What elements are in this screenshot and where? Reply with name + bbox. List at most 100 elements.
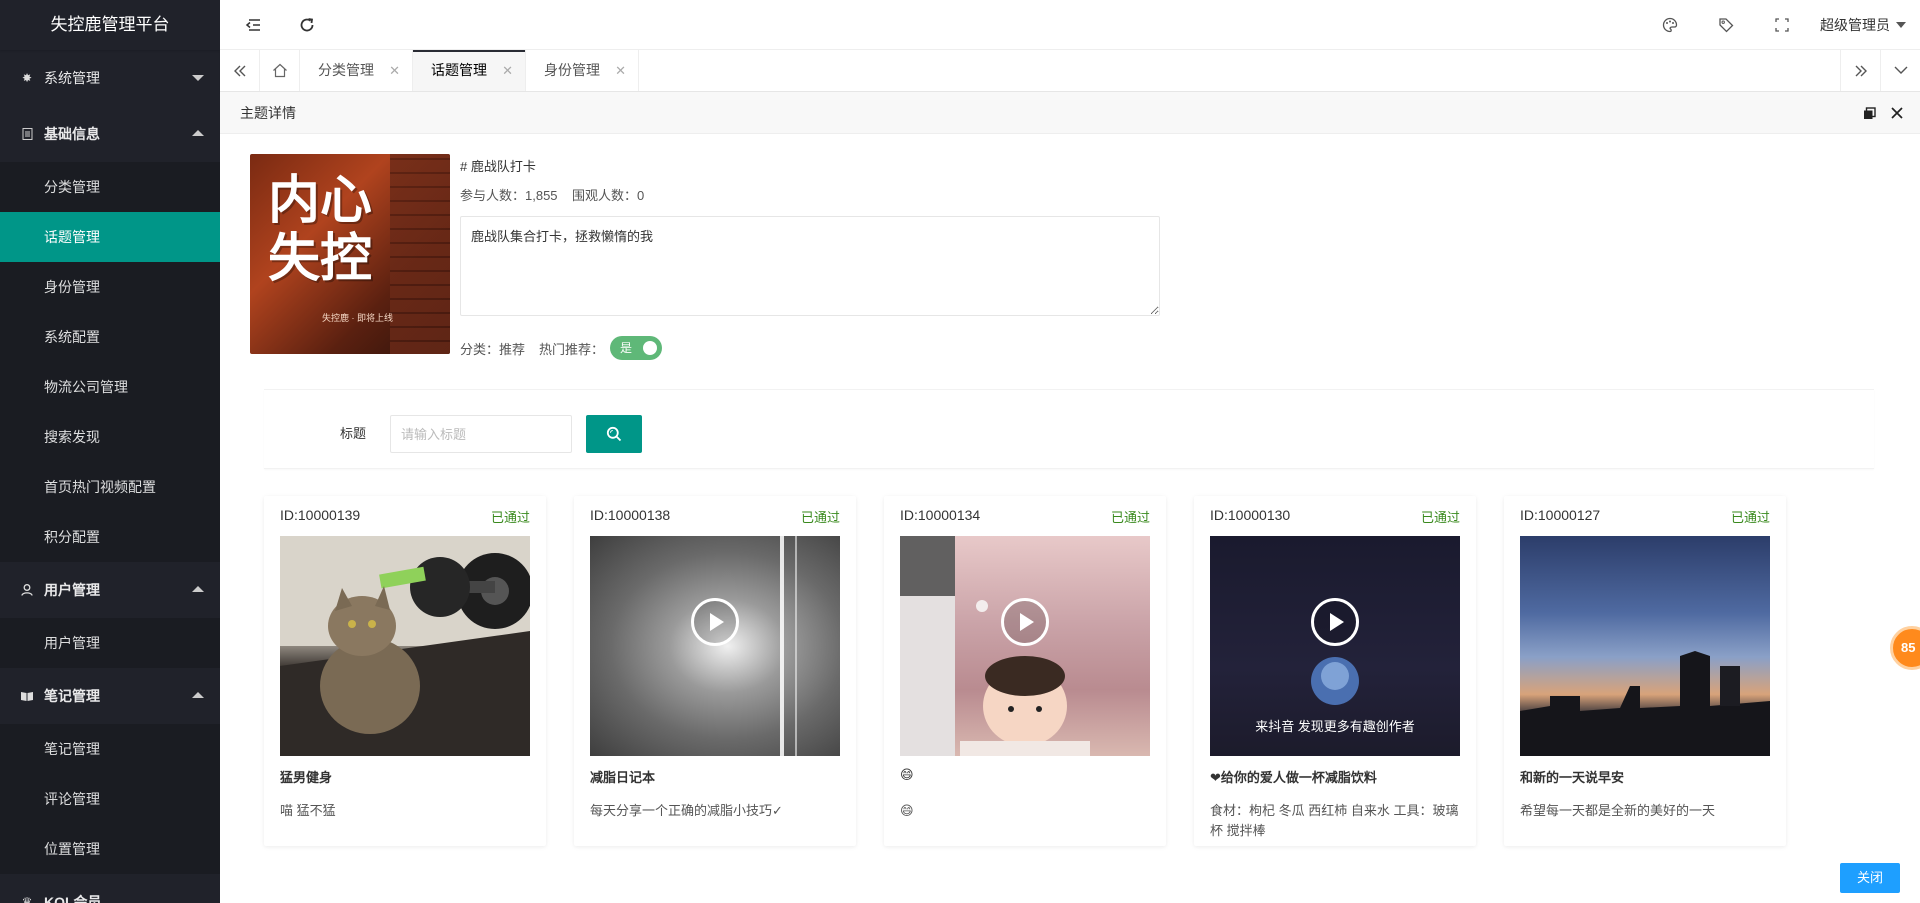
- search-icon: [606, 426, 622, 442]
- play-icon[interactable]: [691, 598, 739, 646]
- tab-label: 话题管理: [431, 62, 487, 78]
- document-icon: [20, 127, 34, 141]
- sidebar-item-logistics[interactable]: 物流公司管理: [0, 362, 220, 412]
- note-thumbnail: [1520, 536, 1770, 756]
- tabs-menu-chevron-down-icon[interactable]: [1880, 50, 1920, 91]
- chevron-up-icon: [192, 586, 204, 592]
- sidebar-group-users[interactable]: 用户管理: [0, 562, 220, 618]
- note-id: ID:10000134: [900, 507, 981, 523]
- note-card[interactable]: ID:10000127 已通过 和新的一天说早安 希望每一天都是全新的美好的一天: [1504, 496, 1786, 846]
- submenu-notes: 笔记管理 评论管理 位置管理: [0, 724, 220, 874]
- close-button[interactable]: 关闭: [1840, 863, 1900, 893]
- book-icon: [20, 689, 34, 703]
- menu-fold-icon[interactable]: [228, 0, 278, 50]
- motion-blur-photo: [780, 536, 797, 756]
- sidebar: 失控鹿管理平台 ✸ 系统管理 基础信息 分类管理 话题管理 身份管理 系统配置 …: [0, 0, 220, 903]
- sidebar-group-kol[interactable]: ♛ KOL会员: [0, 874, 220, 903]
- tab-label: 分类管理: [318, 62, 374, 78]
- sidebar-item-search-discover[interactable]: 搜索发现: [0, 412, 220, 462]
- topic-category: 分类：推荐: [460, 341, 526, 357]
- note-card[interactable]: ID:10000134 已通过 😄 😄: [884, 496, 1166, 846]
- note-id: ID:10000139: [280, 507, 361, 523]
- note-description: 喵 猛不猛: [280, 803, 336, 818]
- panel-title: 主题详情: [240, 105, 296, 121]
- tab-identity[interactable]: 身份管理 ✕: [526, 50, 639, 91]
- baby-photo: [900, 536, 1090, 756]
- home-icon[interactable]: [260, 50, 300, 91]
- detail-panel-header: 主题详情: [220, 92, 1920, 134]
- sidebar-item-user-manage[interactable]: 用户管理: [0, 618, 220, 668]
- tab-topic[interactable]: 话题管理 ✕: [413, 50, 526, 91]
- note-card[interactable]: ID:10000139 已通过 猛男健身 喵 猛不猛: [264, 496, 546, 846]
- sidebar-group-label: KOL会员: [44, 894, 102, 903]
- sidebar-group-basic[interactable]: 基础信息: [0, 106, 220, 162]
- cover-title: 内心 失控: [268, 172, 372, 288]
- title-search-input[interactable]: [390, 415, 572, 453]
- sidebar-item-note-manage[interactable]: 笔记管理: [0, 724, 220, 774]
- note-card[interactable]: ID:10000138 已通过 减脂日记本 每天分享一个正确的减脂小技巧✓: [574, 496, 856, 846]
- note-card[interactable]: ID:10000130 已通过 来抖音 发现更多有趣创作者 ❤给你的爱人做一杯减…: [1194, 496, 1476, 846]
- top-header: 超级管理员: [220, 0, 1920, 50]
- sidebar-item-comment-manage[interactable]: 评论管理: [0, 774, 220, 824]
- sidebar-item-points[interactable]: 积分配置: [0, 512, 220, 562]
- tabs-scroll-right-icon[interactable]: [1840, 50, 1880, 91]
- topic-description-textarea[interactable]: 鹿战队集合打卡，拯救懒惰的我: [460, 216, 1160, 316]
- floating-badge[interactable]: 85: [1890, 626, 1920, 670]
- tabs-scroll-left-icon[interactable]: [220, 50, 260, 91]
- status-badge: 已通过: [800, 510, 840, 525]
- note-title: 😄: [900, 767, 914, 782]
- note-description: 希望每一天都是全新的美好的一天: [1520, 803, 1716, 818]
- close-icon[interactable]: ✕: [615, 50, 626, 91]
- sidebar-item-location-manage[interactable]: 位置管理: [0, 824, 220, 874]
- cover-caption: 失控鹿 · 即将上线: [322, 313, 393, 323]
- topic-meta: 分类：推荐 热门推荐： 是: [460, 336, 663, 360]
- fullscreen-icon[interactable]: [1754, 0, 1810, 50]
- sidebar-item-system-config[interactable]: 系统配置: [0, 312, 220, 362]
- theme-icon[interactable]: [1642, 0, 1698, 50]
- sidebar-item-hot-video[interactable]: 首页热门视频配置: [0, 462, 220, 512]
- chevron-up-icon: [192, 130, 204, 136]
- topic-stats: 参与人数：1,855 围观人数：0: [460, 188, 645, 203]
- play-icon[interactable]: [1001, 598, 1049, 646]
- note-thumbnail: [280, 536, 530, 756]
- note-id: ID:10000138: [590, 507, 671, 523]
- tab-list: 分类管理 ✕ 话题管理 ✕ 身份管理 ✕: [300, 50, 639, 91]
- close-icon[interactable]: ✕: [389, 50, 400, 91]
- sidebar-item-identity[interactable]: 身份管理: [0, 262, 220, 312]
- sidebar-group-notes[interactable]: 笔记管理: [0, 668, 220, 724]
- topic-name: # 鹿战队打卡: [460, 159, 536, 174]
- search-button[interactable]: [586, 415, 642, 453]
- sidebar-item-topic[interactable]: 话题管理: [0, 212, 220, 262]
- sidebar-group-label: 用户管理: [44, 582, 100, 598]
- header-right-tools: 超级管理员: [1642, 0, 1920, 50]
- sidebar-group-label: 笔记管理: [44, 688, 100, 704]
- play-icon[interactable]: [1311, 598, 1359, 646]
- sidebar-item-category[interactable]: 分类管理: [0, 162, 220, 212]
- user-menu[interactable]: 超级管理员: [1810, 15, 1920, 35]
- maximize-icon[interactable]: [1856, 92, 1882, 134]
- search-bar: 标题: [264, 389, 1874, 469]
- submenu-basic: 分类管理 话题管理 身份管理 系统配置 物流公司管理 搜索发现 首页热门视频配置…: [0, 162, 220, 562]
- user-name: 超级管理员: [1820, 17, 1890, 33]
- note-title: 减脂日记本: [590, 770, 656, 785]
- close-icon[interactable]: ✕: [502, 50, 513, 91]
- refresh-icon[interactable]: [282, 0, 332, 50]
- note-cards: ID:10000139 已通过 猛男健身 喵 猛不猛 ID:10000138 已…: [264, 496, 1814, 846]
- tag-icon[interactable]: [1698, 0, 1754, 50]
- status-badge: 已通过: [1420, 510, 1460, 525]
- status-badge: 已通过: [1110, 510, 1150, 525]
- close-icon[interactable]: [1884, 92, 1910, 134]
- hot-recommend-switch[interactable]: 是: [610, 336, 663, 360]
- crown-icon: ♛: [21, 895, 33, 903]
- note-description: 每天分享一个正确的减脂小技巧✓: [590, 803, 783, 818]
- search-label: 标题: [339, 426, 366, 441]
- chevron-down-icon: [192, 75, 204, 81]
- sidebar-group-system[interactable]: ✸ 系统管理: [0, 50, 220, 106]
- sidebar-group-label: 系统管理: [44, 70, 100, 86]
- cover-brick-wall: [390, 154, 450, 354]
- note-description: 😄: [900, 803, 914, 818]
- tab-category[interactable]: 分类管理 ✕: [300, 50, 413, 91]
- note-thumbnail: [590, 536, 840, 756]
- sidebar-group-label: 基础信息: [44, 126, 100, 142]
- detail-panel-body: 内心 失控 失控鹿 · 即将上线 # 鹿战队打卡 参与人数：1,855 围观人数…: [220, 134, 1920, 903]
